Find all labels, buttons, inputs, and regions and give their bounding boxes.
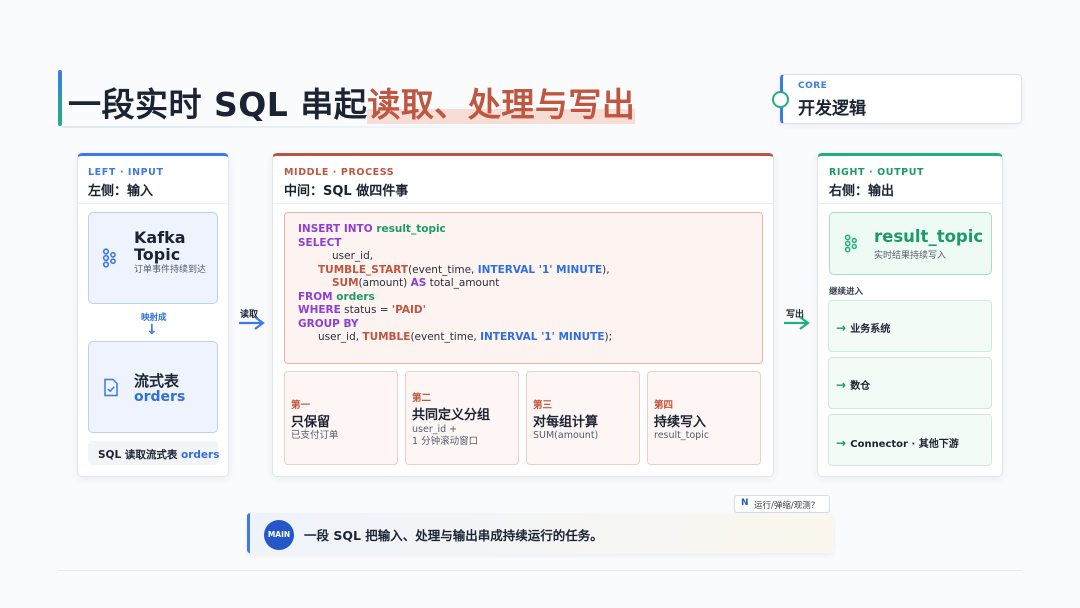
step-title: 对每组计算 [533, 415, 599, 430]
left-footer-text: SQL 读取流式表 orders [98, 447, 219, 462]
core-title: 开发逻辑 [798, 99, 866, 119]
arrow-right-icon: → [836, 436, 851, 450]
code-keyword: GROUP BY [298, 317, 359, 330]
code-keyword: WHERE [298, 304, 341, 316]
core-tag: CORE [798, 81, 828, 91]
step-desc: result_topic [654, 430, 710, 441]
bottom-divider [58, 570, 1022, 571]
arrow-right-icon [239, 316, 265, 330]
step-desc: 已支付订单 [291, 430, 339, 441]
arrow-right-icon [784, 316, 810, 330]
middle-panel-title: 中间：SQL 做四件事 [284, 184, 409, 199]
step-title: 只保留 [291, 415, 331, 430]
code-text: (event_time, [408, 263, 478, 276]
code-keyword: INTERVAL '1' MINUTE [480, 331, 605, 343]
kafka-icon [844, 234, 857, 253]
output-target-row: → 数仓 [836, 374, 870, 393]
arrow-down-icon: ↓ [146, 322, 158, 338]
step-tag: 第三 [533, 400, 553, 411]
code-keyword: INTERVAL '1' MINUTE [477, 263, 603, 276]
code-text: total_amount [426, 277, 500, 289]
code-text: user_id, [318, 331, 363, 343]
code-text: user_id, [332, 250, 374, 262]
output-target-label: 数仓 [850, 381, 871, 392]
step-title: 持续写入 [654, 415, 707, 430]
title-prefix: 一段实时 SQL 串起 [68, 85, 368, 124]
output-target-row: → 业务系统 [836, 317, 890, 336]
title-highlight: 读取、处理与写出 [367, 85, 636, 124]
right-panel-divider [818, 203, 1002, 204]
main-badge: MAIN [264, 520, 294, 550]
step-tag: 第二 [412, 393, 432, 404]
output-target-row: → Connector · 其他下游 [836, 432, 959, 451]
kafka-icon [102, 248, 116, 268]
kafka-name-line1: Kafka [134, 228, 186, 247]
left-footer-label: SQL 读取流式表 [98, 449, 181, 461]
stream-table-name: orders [134, 389, 186, 405]
title-accent-bar [58, 70, 62, 126]
step-tag: 第一 [291, 400, 311, 411]
code-function: SUM [332, 277, 359, 289]
stream-name: 流式表 [134, 372, 180, 390]
arrow-right-icon: → [836, 378, 851, 392]
code-text: (event_time, [410, 331, 481, 343]
note-badge: N [741, 498, 749, 508]
kafka-name-line2: Topic [134, 245, 181, 264]
step-desc: 1 分钟滚动窗口 [412, 436, 479, 447]
output-target-label: 业务系统 [850, 324, 891, 335]
left-footer-table: orders [181, 449, 220, 461]
continue-label: 继续进入 [829, 287, 864, 297]
code-line: WHERE status = 'PAID' [298, 304, 612, 318]
step-desc: SUM(amount) [533, 430, 599, 441]
result-topic-name: result_topic [874, 227, 984, 246]
code-function: TUMBLE [362, 331, 411, 343]
right-panel-title: 右侧：输出 [829, 184, 895, 199]
code-text: (amount) [358, 277, 411, 289]
step-title: 共同定义分组 [412, 408, 491, 423]
code-keyword: SELECT [298, 236, 342, 249]
title-underline [62, 126, 622, 128]
code-keyword: AS [410, 277, 427, 289]
sql-code: INSERT INTO result_topic SELECT user_id,… [298, 223, 612, 345]
left-panel-divider [78, 203, 228, 204]
left-panel-tag: LEFT · INPUT [88, 167, 164, 178]
code-line: SELECT [298, 237, 612, 251]
code-keyword: INSERT INTO [298, 223, 377, 235]
arrow-right-icon: → [836, 321, 851, 335]
core-dot-icon [772, 91, 789, 108]
kafka-desc: 订单事件持续到达 [134, 265, 207, 275]
code-text: ), [602, 263, 610, 276]
code-function: TUMBLE_START [318, 263, 409, 276]
code-line: INSERT INTO result_topic [298, 223, 612, 237]
code-line: SUM(amount) AS total_amount [298, 277, 612, 291]
code-line: TUMBLE_START(event_time, INTERVAL '1' MI… [298, 264, 612, 278]
code-line: GROUP BY [298, 318, 612, 332]
code-string: 'PAID' [391, 304, 426, 316]
note-text: 运行/弹缩/观测? [754, 501, 816, 511]
middle-panel-tag: MIDDLE · PROCESS [284, 167, 395, 178]
code-table: result_topic [376, 223, 446, 235]
document-check-icon [104, 378, 118, 397]
right-panel-tag: RIGHT · OUTPUT [829, 167, 925, 178]
code-line: user_id, TUMBLE(event_time, INTERVAL '1'… [298, 331, 612, 345]
code-text: ); [604, 331, 613, 343]
output-target-label: Connector · 其他下游 [850, 439, 959, 450]
code-line: user_id, [298, 250, 612, 264]
page-title: 一段实时 SQL 串起读取、处理与写出 [68, 78, 636, 124]
code-keyword: FROM [298, 290, 337, 303]
middle-panel-divider [273, 203, 773, 204]
left-panel-title: 左侧：输入 [88, 184, 154, 199]
main-summary-text: 一段 SQL 把输入、处理与输出串成持续运行的任务。 [304, 528, 603, 543]
code-text: status = [340, 304, 392, 316]
step-desc: user_id + [412, 424, 458, 435]
code-line: FROM orders [298, 291, 612, 305]
step-tag: 第四 [654, 400, 674, 411]
code-table: orders [336, 290, 375, 303]
result-topic-desc: 实时结果持续写入 [874, 251, 947, 261]
